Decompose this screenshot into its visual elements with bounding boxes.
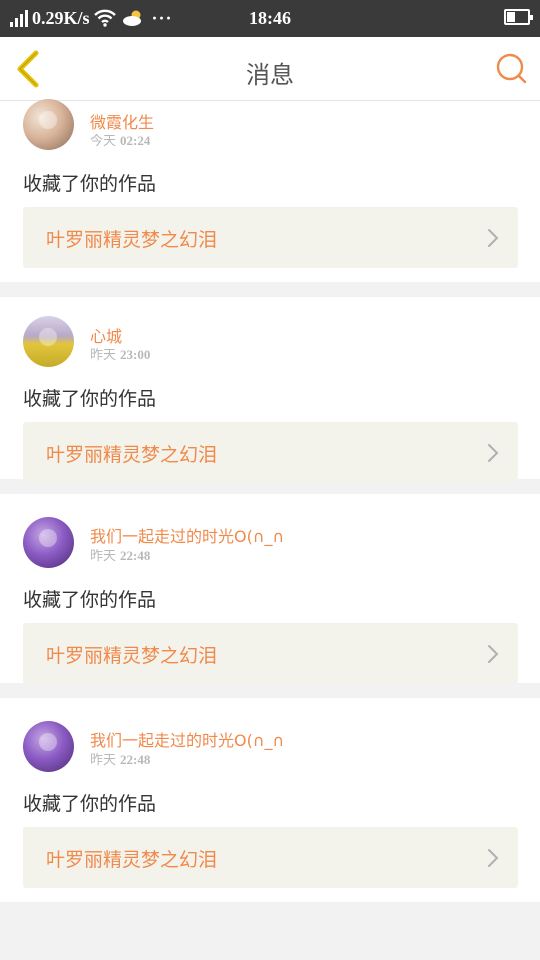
work-link[interactable]: 叶罗丽精灵梦之幻泪 bbox=[23, 422, 518, 483]
date-label: 今天 bbox=[90, 134, 117, 149]
action-text: 收藏了你的作品 bbox=[23, 793, 157, 815]
date-label: 昨天 bbox=[90, 549, 117, 564]
message-list: 微霞化生 今天 02:24 收藏了你的作品 叶罗丽精灵梦之幻泪 心城 昨天 23:0… bbox=[0, 99, 540, 917]
date-label: 昨天 bbox=[90, 348, 117, 363]
battery-icon bbox=[504, 9, 533, 25]
work-title: 叶罗丽精灵梦之幻泪 bbox=[46, 444, 218, 466]
work-title: 叶罗丽精灵梦之幻泪 bbox=[46, 229, 218, 251]
page-title: 消息 bbox=[246, 61, 294, 89]
time-value: 22:48 bbox=[120, 548, 151, 563]
chevron-right-icon bbox=[488, 229, 499, 247]
message-item: 心城 昨天 23:00 收藏了你的作品 叶罗丽精灵梦之幻泪 bbox=[0, 297, 540, 483]
message-item: 微霞化生 今天 02:24 收藏了你的作品 叶罗丽精灵梦之幻泪 bbox=[0, 99, 540, 282]
username[interactable]: 我们一起走过的时光O(∩_∩ bbox=[90, 727, 284, 751]
work-link[interactable]: 叶罗丽精灵梦之幻泪 bbox=[23, 827, 518, 888]
work-title: 叶罗丽精灵梦之幻泪 bbox=[46, 645, 218, 667]
message-item: 我们一起走过的时光O(∩_∩ 昨天 22:48 收藏了你的作品 叶罗丽精灵梦之幻泪 bbox=[0, 698, 540, 902]
avatar[interactable] bbox=[23, 99, 74, 150]
avatar[interactable] bbox=[23, 517, 74, 568]
work-title: 叶罗丽精灵梦之幻泪 bbox=[46, 849, 218, 871]
timestamp: 今天 02:24 bbox=[90, 130, 150, 149]
chevron-right-icon bbox=[488, 849, 499, 867]
status-time: 18:46 bbox=[249, 8, 291, 28]
status-bar: 0.29K/s ··· 18:46 bbox=[0, 0, 540, 37]
timestamp: 昨天 22:48 bbox=[90, 749, 150, 768]
chevron-right-icon bbox=[488, 444, 499, 462]
avatar[interactable] bbox=[23, 316, 74, 367]
time-value: 22:48 bbox=[120, 752, 151, 767]
action-text: 收藏了你的作品 bbox=[23, 388, 157, 410]
action-text: 收藏了你的作品 bbox=[23, 589, 157, 611]
action-text: 收藏了你的作品 bbox=[23, 173, 157, 195]
header: 消息 bbox=[0, 37, 540, 101]
avatar[interactable] bbox=[23, 721, 74, 772]
chevron-right-icon bbox=[488, 645, 499, 663]
timestamp: 昨天 23:00 bbox=[90, 344, 150, 363]
search-icon bbox=[496, 53, 527, 84]
date-label: 昨天 bbox=[90, 753, 117, 768]
username[interactable]: 我们一起走过的时光O(∩_∩ bbox=[90, 523, 284, 547]
work-link[interactable]: 叶罗丽精灵梦之幻泪 bbox=[23, 207, 518, 268]
message-item: 我们一起走过的时光O(∩_∩ 昨天 22:48 收藏了你的作品 叶罗丽精灵梦之幻泪 bbox=[0, 494, 540, 684]
timestamp: 昨天 22:48 bbox=[90, 545, 150, 564]
work-link[interactable]: 叶罗丽精灵梦之幻泪 bbox=[23, 623, 518, 684]
time-value: 23:00 bbox=[120, 347, 151, 362]
time-value: 02:24 bbox=[120, 133, 151, 148]
search-button[interactable] bbox=[492, 49, 532, 89]
